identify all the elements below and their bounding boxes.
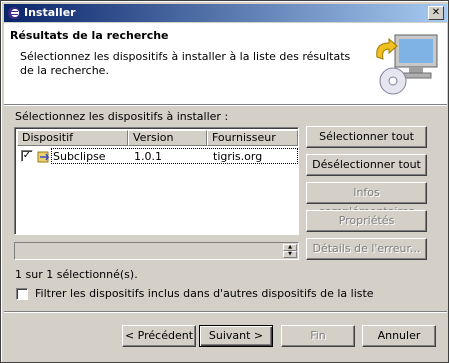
feature-icon [37,151,50,163]
install-banner-icon [376,34,438,95]
error-details-button[interactable]: Détails de l'erreur... [306,238,427,260]
row-checkbox[interactable]: ✓ [21,150,33,162]
page-title: Résultats de la recherche [10,29,169,42]
spinner[interactable]: ▲ ▼ [283,244,297,258]
deselect-all-button[interactable]: Désélectionner tout [306,154,427,176]
title-bar[interactable]: Installer ✕ [4,4,447,22]
column-header-provider[interactable]: Fournisseur [207,130,298,146]
properties-button[interactable]: Propriétés [306,210,427,232]
features-label: Sélectionnez les dispositifs à installer… [15,110,229,123]
window-title: Installer [24,6,76,19]
installer-dialog: Installer ✕ Résultats de la recherche Sé… [0,0,449,363]
table-header: Dispositif Version Fournisseur [17,130,298,146]
features-table[interactable]: Dispositif Version Fournisseur ✓ Subclip… [14,127,299,235]
finish-label: Fin [310,329,326,342]
header-separator [4,105,447,106]
details-field[interactable]: ▲ ▼ [14,242,299,260]
back-button[interactable]: < Précédent [122,325,196,347]
close-button[interactable]: ✕ [428,6,444,20]
next-label: Suivant > [208,329,264,342]
cancel-label: Annuler [377,329,421,342]
filter-checkbox[interactable] [16,288,28,300]
footer-separator [4,311,447,313]
close-icon: ✕ [431,7,441,18]
column-header-version[interactable]: Version [128,130,207,146]
selection-status: 1 sur 1 sélectionné(s). [15,268,138,281]
select-all-label: Sélectionner tout [319,130,414,143]
wizard-header: Résultats de la recherche Sélectionnez l… [4,23,447,105]
page-description: Sélectionnez les dispositifs à installer… [20,50,351,77]
properties-label: Propriétés [338,214,395,227]
eclipse-icon [8,7,20,19]
error-details-label: Détails de l'erreur... [312,242,421,255]
more-info-button[interactable]: Infos complémentaires [306,182,427,218]
spin-down-icon[interactable]: ▼ [283,251,297,258]
next-button[interactable]: Suivant > [199,325,273,347]
cancel-button[interactable]: Annuler [362,325,436,347]
table-row[interactable]: ✓ Subclipse 1.0.1 tigris.org [17,148,298,165]
row-focus-outline [51,148,298,164]
filter-label[interactable]: Filtrer les dispositifs inclus dans d'au… [35,287,374,300]
deselect-all-label: Désélectionner tout [312,158,421,171]
spin-up-icon[interactable]: ▲ [283,244,297,251]
finish-button[interactable]: Fin [281,325,355,347]
back-label: < Précédent [124,329,194,342]
select-all-button[interactable]: Sélectionner tout [306,126,427,148]
column-header-feature[interactable]: Dispositif [17,130,128,146]
